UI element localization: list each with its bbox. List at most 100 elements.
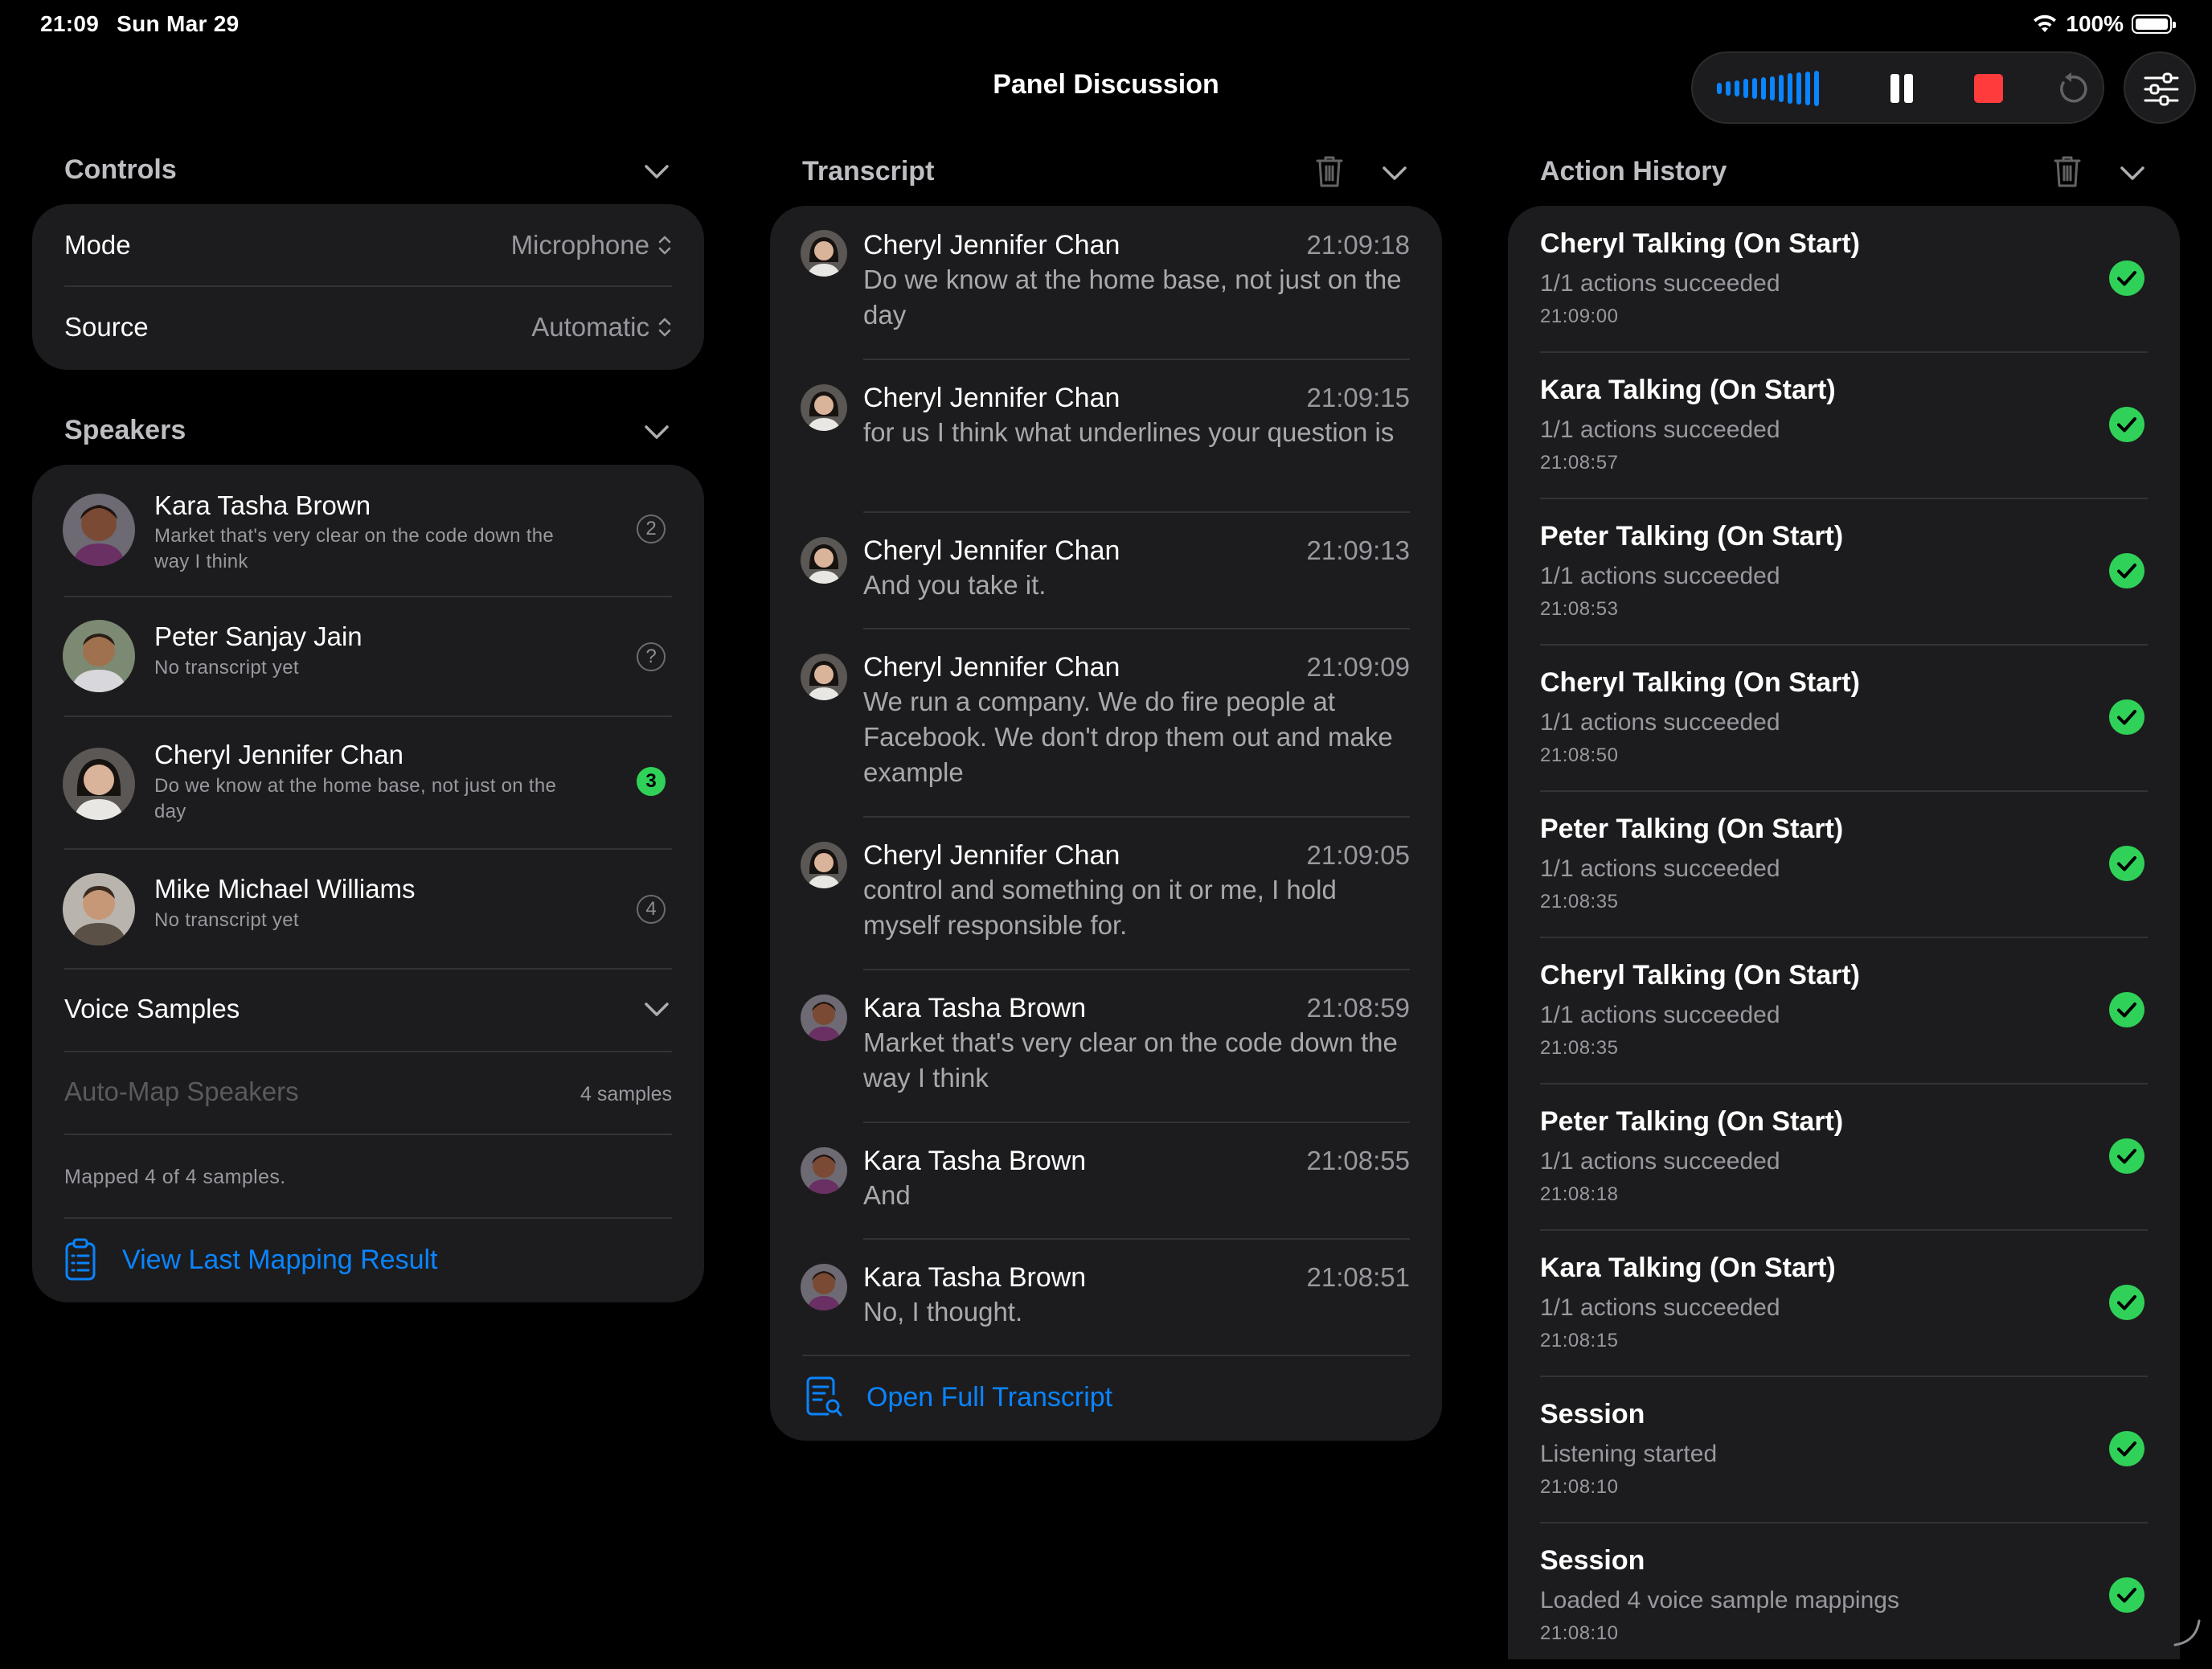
action-subtitle: Loaded 4 voice sample mappings xyxy=(1540,1587,1899,1614)
samples-count: 4 samples xyxy=(580,1083,672,1105)
action-time: 21:08:18 xyxy=(1540,1183,1619,1205)
open-full-transcript-button[interactable]: Open Full Transcript xyxy=(805,1376,1112,1418)
auto-map-speakers-row[interactable]: Auto-Map Speakers 4 samples xyxy=(32,1052,704,1134)
avatar xyxy=(801,230,847,277)
transcript-text: Do we know at the home base, not just on… xyxy=(863,264,1402,330)
speaker-row[interactable]: Peter Sanjay Jain No transcript yet ? xyxy=(32,597,704,716)
transcript-collapse-chevron-icon[interactable] xyxy=(1381,159,1408,187)
stop-button[interactable] xyxy=(1974,74,2003,103)
speaker-row[interactable]: Kara Tasha Brown Market that's very clea… xyxy=(32,465,704,597)
success-checkmark-icon xyxy=(2109,1577,2144,1613)
action-history-row[interactable]: Kara Talking (On Start) 1/1 actions succ… xyxy=(1508,1230,2180,1376)
audio-level-meter-icon xyxy=(1717,71,1819,106)
action-history-row[interactable]: Kara Talking (On Start) 1/1 actions succ… xyxy=(1508,352,2180,498)
transcript-text: And you take it. xyxy=(863,570,1047,600)
mapping-status: Mapped 4 of 4 samples. xyxy=(64,1166,286,1188)
reset-icon[interactable] xyxy=(2053,71,2090,108)
action-history-row[interactable]: Peter Talking (On Start) 1/1 actions suc… xyxy=(1508,498,2180,645)
action-time: 21:08:50 xyxy=(1540,744,1619,766)
speaker-last-utterance: Market that's very clear on the code dow… xyxy=(154,525,555,572)
transcript-speaker: Cheryl Jennifer Chan xyxy=(863,652,1120,683)
action-history-collapse-chevron-icon[interactable] xyxy=(2119,159,2146,187)
wifi-icon xyxy=(2034,14,2057,32)
action-subtitle: 1/1 actions succeeded xyxy=(1540,416,1780,443)
action-time: 21:08:10 xyxy=(1540,1476,1619,1498)
transcript-speaker: Kara Tasha Brown xyxy=(863,1262,1087,1293)
trash-icon[interactable] xyxy=(2053,154,2082,188)
speaker-row[interactable]: Mike Michael Williams No transcript yet … xyxy=(32,850,704,969)
transcript-speaker: Cheryl Jennifer Chan xyxy=(863,230,1120,260)
action-history-row[interactable]: Peter Talking (On Start) 1/1 actions suc… xyxy=(1508,1084,2180,1230)
action-history-row[interactable]: Session Loaded 4 voice sample mappings 2… xyxy=(1508,1523,2180,1669)
action-history-row[interactable]: Cheryl Talking (On Start) 1/1 actions su… xyxy=(1508,645,2180,791)
action-subtitle: 1/1 actions succeeded xyxy=(1540,270,1780,297)
voice-samples-chevron-icon xyxy=(645,1003,669,1016)
trash-icon[interactable] xyxy=(1315,154,1344,188)
speaker-last-utterance: No transcript yet xyxy=(154,909,299,931)
speaker-name: Mike Michael Williams xyxy=(154,874,416,904)
document-search-icon xyxy=(806,1376,842,1417)
transcript-time: 21:09:15 xyxy=(1306,383,1410,412)
action-time: 21:08:35 xyxy=(1540,891,1619,912)
transcript-speaker: Kara Tasha Brown xyxy=(863,993,1087,1023)
action-title: Cheryl Talking (On Start) xyxy=(1540,228,1860,259)
transcript-text: We run a company. We do fire people at F… xyxy=(863,687,1393,787)
transcript-text: No, I thought. xyxy=(863,1297,1023,1327)
controls-card: Mode Microphone Source Automatic xyxy=(32,204,704,370)
transcript-entry[interactable]: Kara Tasha Brown 21:08:55 And xyxy=(770,1123,1442,1239)
mode-picker[interactable]: Microphone xyxy=(511,230,672,260)
speakers-collapse-chevron-icon[interactable] xyxy=(643,418,670,445)
view-last-mapping-button[interactable]: View Last Mapping Result xyxy=(64,1238,437,1281)
action-title: Cheryl Talking (On Start) xyxy=(1540,667,1860,698)
controls-collapse-chevron-icon[interactable] xyxy=(643,158,670,185)
transcript-entry[interactable]: Kara Tasha Brown 21:08:59 Market that's … xyxy=(770,970,1442,1123)
divider xyxy=(64,285,672,287)
source-label: Source xyxy=(64,312,149,342)
action-title: Session xyxy=(1540,1399,1645,1429)
transcript-time: 21:08:51 xyxy=(1306,1262,1410,1292)
action-subtitle: 1/1 actions succeeded xyxy=(1540,1148,1780,1175)
success-checkmark-icon xyxy=(2109,1285,2144,1320)
transcript-entry[interactable]: Kara Tasha Brown 21:08:51 No, I thought. xyxy=(770,1240,1442,1355)
source-picker[interactable]: Automatic xyxy=(531,312,672,342)
action-history-row[interactable]: Cheryl Talking (On Start) 1/1 actions su… xyxy=(1508,937,2180,1084)
speaker-row[interactable]: Cheryl Jennifer Chan Do we know at the h… xyxy=(32,717,704,849)
action-subtitle: Listening started xyxy=(1540,1441,1718,1467)
transcript-speaker: Kara Tasha Brown xyxy=(863,1146,1087,1176)
action-history-row[interactable]: Peter Talking (On Start) 1/1 actions suc… xyxy=(1508,791,2180,937)
action-title: Cheryl Talking (On Start) xyxy=(1540,960,1860,990)
avatar xyxy=(63,873,135,945)
avatar xyxy=(801,537,847,584)
transcript-entry[interactable]: Cheryl Jennifer Chan 21:09:05 control an… xyxy=(770,818,1442,970)
action-title: Peter Talking (On Start) xyxy=(1540,814,1844,844)
up-down-chevron-icon xyxy=(658,236,671,255)
divider xyxy=(64,1134,672,1135)
settings-sliders-button[interactable] xyxy=(2124,51,2196,124)
speakers-header: Speakers xyxy=(64,415,186,445)
transcript-entry[interactable]: Cheryl Jennifer Chan 21:09:09 We run a c… xyxy=(770,629,1442,818)
speaker-last-utterance: No transcript yet xyxy=(154,657,299,679)
success-checkmark-icon xyxy=(2109,846,2144,881)
action-history-row[interactable]: Session Listening started 21:08:10 xyxy=(1508,1376,2180,1523)
voice-samples-row[interactable]: Voice Samples xyxy=(32,970,704,1052)
success-checkmark-icon xyxy=(2109,553,2144,588)
transcript-entry[interactable]: Cheryl Jennifer Chan 21:09:18 Do we know… xyxy=(770,206,1442,359)
avatar xyxy=(801,842,847,888)
action-subtitle: 1/1 actions succeeded xyxy=(1540,1294,1780,1321)
pause-button[interactable] xyxy=(1889,74,1915,103)
transcript-time: 21:08:55 xyxy=(1306,1146,1410,1175)
transcript-entry[interactable]: Cheryl Jennifer Chan 21:09:13 And you ta… xyxy=(770,513,1442,629)
transcript-entry[interactable]: Cheryl Jennifer Chan 21:09:15 for us I t… xyxy=(770,360,1442,513)
avatar xyxy=(801,994,847,1041)
transcript-time: 21:09:13 xyxy=(1306,535,1410,565)
transcript-time: 21:09:18 xyxy=(1306,230,1410,260)
action-title: Kara Talking (On Start) xyxy=(1540,375,1836,405)
transcript-time: 21:09:09 xyxy=(1306,652,1410,682)
status-bar-left: 21:09 Sun Mar 29 xyxy=(40,11,257,37)
speaker-active-badge: 3 xyxy=(637,767,666,796)
action-subtitle: 1/1 actions succeeded xyxy=(1540,563,1780,589)
resize-handle-icon[interactable] xyxy=(2170,1616,2202,1648)
view-last-mapping-label: View Last Mapping Result xyxy=(122,1244,438,1275)
action-history-row[interactable]: Cheryl Talking (On Start) 1/1 actions su… xyxy=(1508,206,2180,352)
action-history-card: Cheryl Talking (On Start) 1/1 actions su… xyxy=(1508,206,2180,1659)
